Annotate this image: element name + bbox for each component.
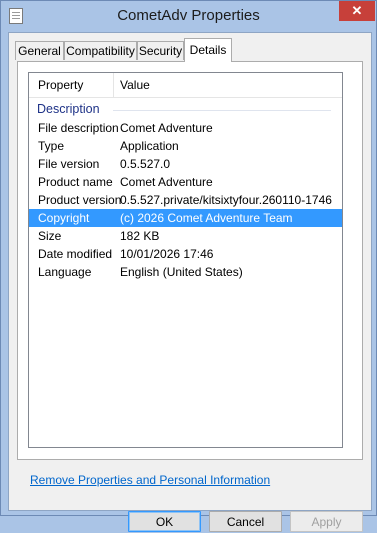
property-name: Date modified xyxy=(38,247,113,261)
title-bar[interactable]: CometAdv Properties ✕ xyxy=(1,1,376,32)
property-value: 0.5.527.0 xyxy=(120,157,171,171)
property-value: Application xyxy=(120,139,179,153)
list-item[interactable]: Type Application xyxy=(29,137,342,155)
property-name: Product version xyxy=(38,193,122,207)
list-item-selected[interactable]: Copyright (c) 2026 Comet Adventure Team xyxy=(29,209,342,227)
property-name: Type xyxy=(38,139,65,153)
tab-details[interactable]: Details xyxy=(184,38,232,62)
property-value: Comet Adventure xyxy=(120,121,213,135)
column-divider[interactable] xyxy=(113,73,114,97)
column-header-property[interactable]: Property xyxy=(38,78,83,92)
property-value: English (United States) xyxy=(120,265,243,279)
property-name: Size xyxy=(38,229,62,243)
close-button[interactable]: ✕ xyxy=(339,1,375,21)
property-value: Comet Adventure xyxy=(120,175,213,189)
details-list[interactable]: Property Value Description File descript… xyxy=(28,72,343,448)
list-item[interactable]: Date modified 10/01/2026 17:46 xyxy=(29,245,342,263)
cancel-button[interactable]: Cancel xyxy=(209,511,282,532)
dialog-client: General Compatibility Security Details P… xyxy=(8,32,372,532)
group-header-description: Description xyxy=(37,102,100,116)
list-item[interactable]: File version 0.5.527.0 xyxy=(29,155,342,173)
property-value: (c) 2026 Comet Adventure Team xyxy=(120,211,293,225)
tab-general[interactable]: General xyxy=(15,41,64,60)
group-divider xyxy=(113,110,331,111)
list-item[interactable]: Product name Comet Adventure xyxy=(29,173,342,191)
property-name: File description xyxy=(38,121,119,135)
list-item[interactable]: Language English (United States) xyxy=(29,263,342,281)
column-header-value[interactable]: Value xyxy=(120,78,150,92)
column-header: Property Value xyxy=(29,73,342,98)
tab-security[interactable]: Security xyxy=(137,41,184,60)
ok-button[interactable]: OK xyxy=(128,511,201,532)
list-item[interactable]: File description Comet Adventure xyxy=(29,119,342,137)
property-value: 182 KB xyxy=(120,229,160,243)
remove-properties-link[interactable]: Remove Properties and Personal Informati… xyxy=(30,473,270,487)
property-name: Product name xyxy=(38,175,113,189)
apply-button[interactable]: Apply xyxy=(290,511,363,532)
properties-window: CometAdv Properties ✕ General Compatibil… xyxy=(0,0,377,532)
window-title: CometAdv Properties xyxy=(117,7,260,24)
property-name: Language xyxy=(38,265,92,279)
tab-compatibility[interactable]: Compatibility xyxy=(64,41,137,60)
property-value: 0.5.527.private/kitsixtyfour.260110-1746 xyxy=(120,193,332,207)
list-item[interactable]: Size 182 KB xyxy=(29,227,342,245)
property-value: 10/01/2026 17:46 xyxy=(120,247,214,261)
list-item[interactable]: Product version 0.5.527.private/kitsixty… xyxy=(29,191,342,209)
property-name: Copyright xyxy=(38,211,90,225)
property-name: File version xyxy=(38,157,100,171)
